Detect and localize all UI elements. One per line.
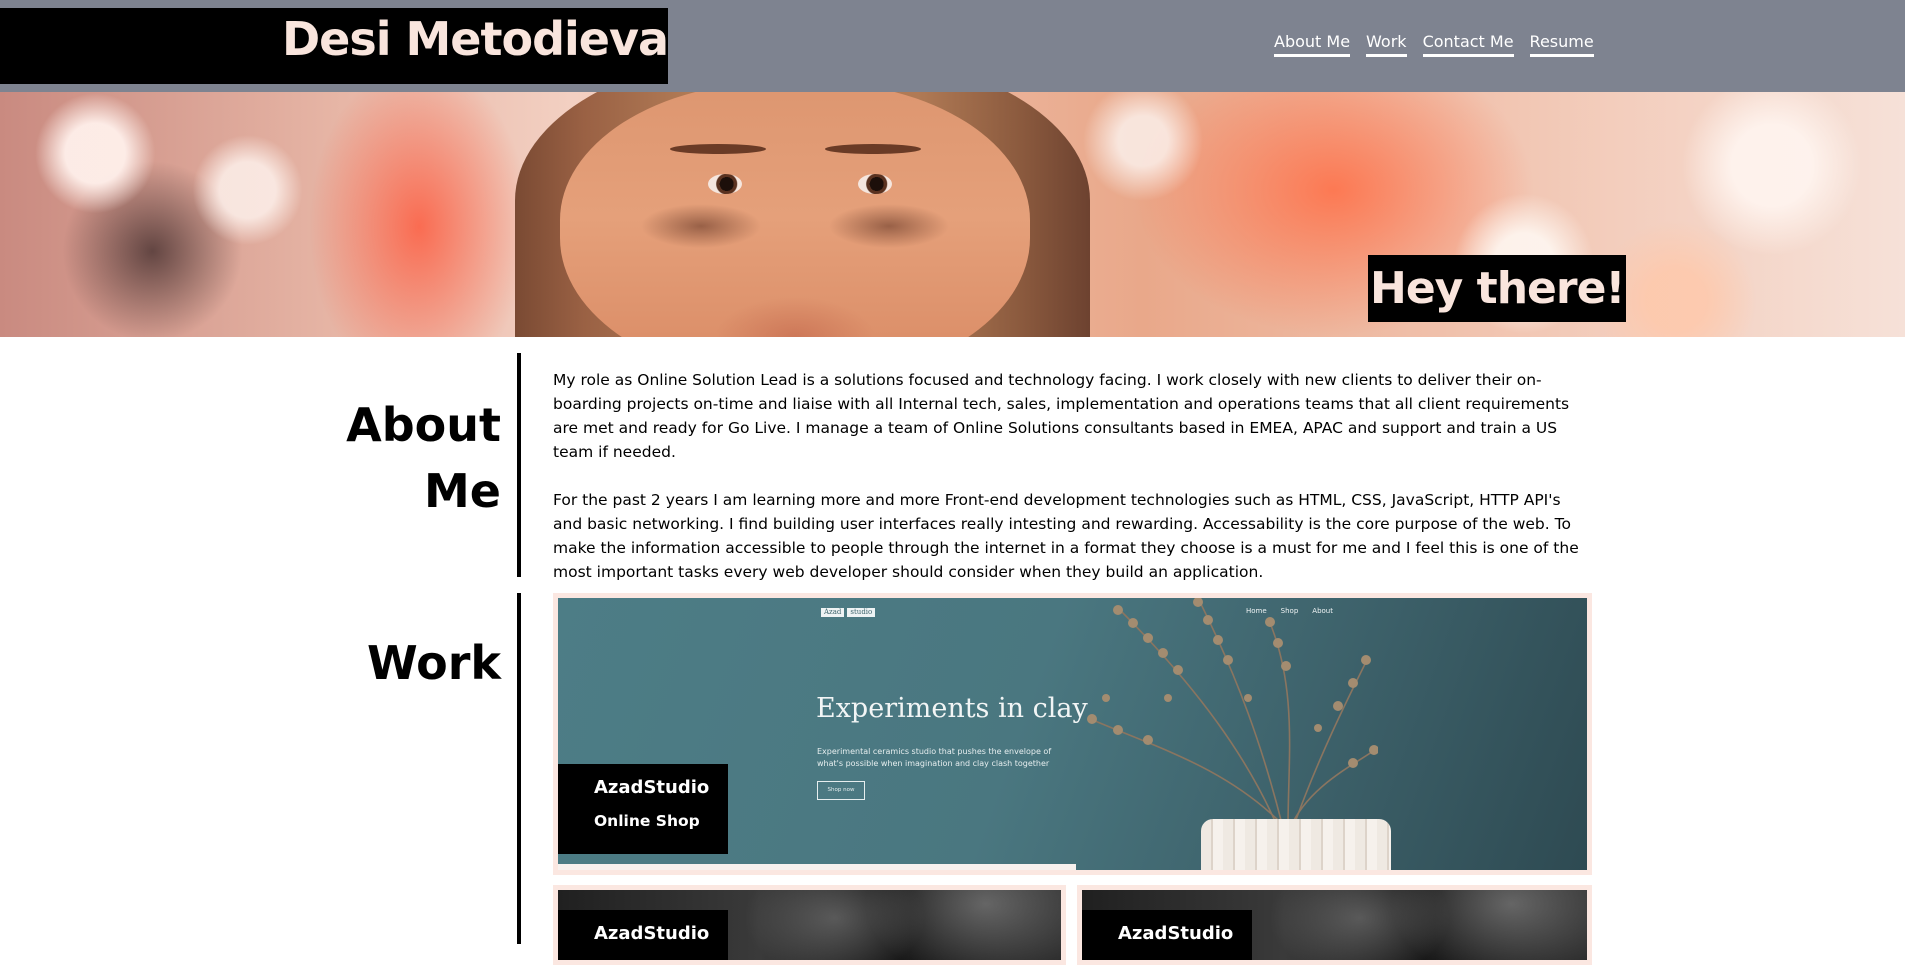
preview-heading: Experiments in clay [816,693,1088,724]
work-divider [517,593,521,944]
preview-nav-home: Home [1246,607,1267,615]
work-card-azadstudio-2[interactable]: AzadStudio [553,885,1066,965]
work-card-label: AzadStudio [558,910,728,960]
project-name: AzadStudio [594,923,710,944]
preview-nav-shop: Shop [1280,607,1299,615]
nav-link-work[interactable]: Work [1366,32,1407,57]
about-divider [517,353,521,577]
nav-link-resume[interactable]: Resume [1529,32,1594,57]
about-text: My role as Online Solution Lead is a sol… [553,368,1593,608]
work-card-azadstudio-3[interactable]: AzadStudio [1077,885,1592,965]
about-paragraph-2: For the past 2 years I am learning more … [553,491,1579,581]
preview-subtext: Experimental ceramics studio that pushes… [817,747,1052,768]
preview-logo-badge: studio [847,608,876,617]
work-card-label: AzadStudio [1082,910,1252,960]
nav-link-contact[interactable]: Contact Me [1422,32,1514,57]
about-title-line1: About [346,398,501,452]
project-type: Online Shop [594,812,700,830]
preview-shop-button: Shop now [817,781,865,800]
work-card-label: AzadStudio Online Shop [558,764,728,854]
hero-photo-brow-right [825,144,921,154]
project-name: AzadStudio [594,777,710,798]
nav-link-about[interactable]: About Me [1274,32,1351,57]
site-header: Desi Metodieva About Me Work Contact Me … [0,0,1905,92]
vase-illustration [1201,819,1391,870]
dried-flowers-illustration [1087,598,1378,828]
preview-scrollbar [558,864,1076,870]
preview-nav: Home Shop About [1246,607,1333,615]
hero-photo-face [560,92,1030,337]
hero-greeting: Hey there! [1368,255,1627,322]
hero-photo-brow-left [670,144,766,154]
brand-box: Desi Metodieva [0,8,669,84]
about-title: About Me [346,392,501,524]
project-name: AzadStudio [1118,923,1234,944]
main-nav: About Me Work Contact Me Resume [1274,32,1594,57]
preview-logo: Azad studio [818,606,876,617]
about-title-line2: Me [424,464,501,518]
preview-logo-text: Azad [821,608,845,617]
hero-photo-eye-left [708,174,742,194]
work-card-azadstudio[interactable]: Azad studio Home Shop About Experiments i… [553,593,1592,875]
hero-photo-eye-right [858,174,892,194]
site-name[interactable]: Desi Metodieva [282,16,669,62]
about-paragraph-1: My role as Online Solution Lead is a sol… [553,371,1570,461]
work-title: Work [367,636,501,690]
preview-nav-about: About [1312,607,1333,615]
